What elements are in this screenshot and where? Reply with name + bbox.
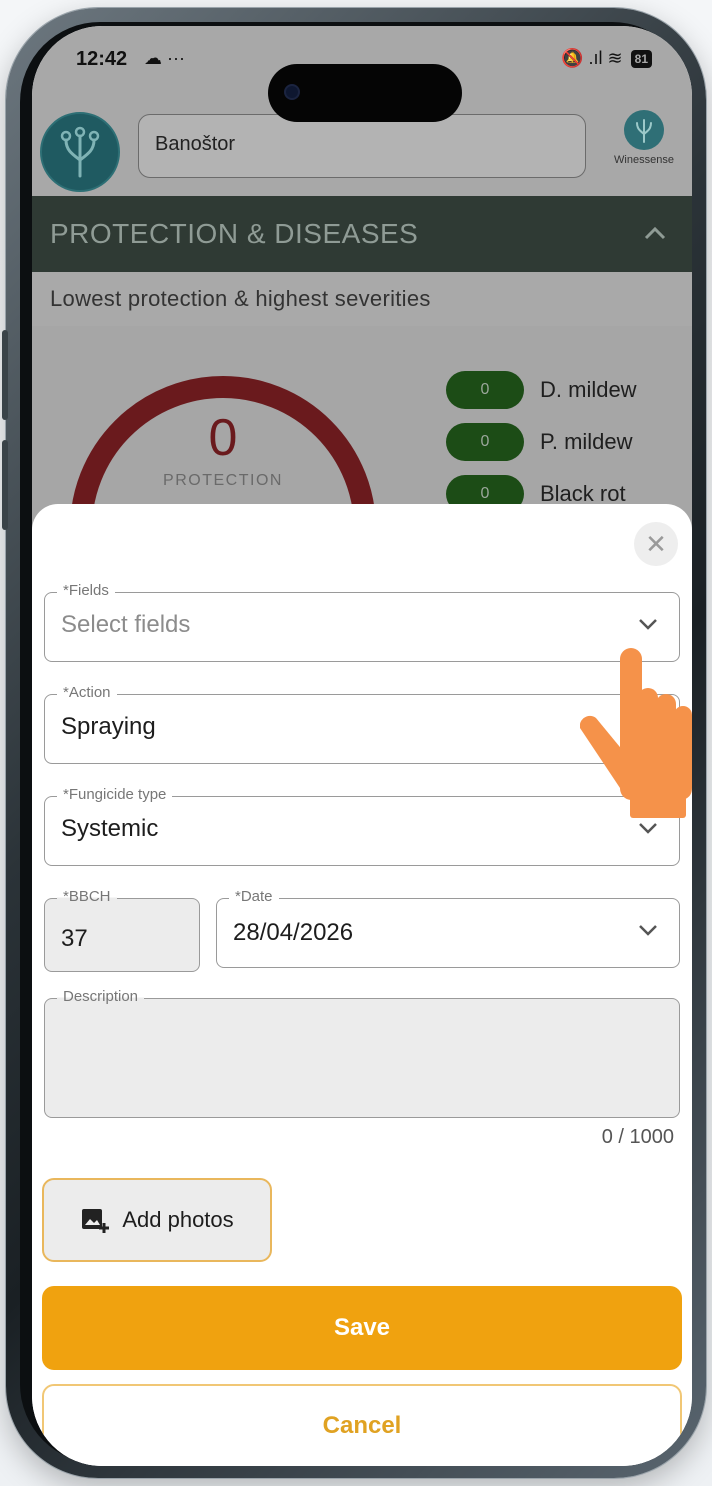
signal-icons: 🔕 .ıl ≋	[561, 48, 623, 68]
brand-icon	[624, 110, 664, 150]
bbch-label: *BBCH	[57, 888, 117, 905]
disease-name: P. mildew	[540, 429, 633, 454]
chevron-down-icon[interactable]	[637, 817, 659, 839]
bbch-field[interactable]: *BBCH 37	[44, 888, 200, 972]
add-photo-icon	[82, 1209, 110, 1233]
section-subtitle-bar: Lowest protection & highest severities	[32, 272, 692, 327]
fields-label: *Fields	[57, 582, 115, 599]
notification-icons: ☁ ···	[144, 48, 185, 68]
date-label: *Date	[229, 888, 279, 905]
disease-count-badge: 0	[446, 423, 524, 461]
disease-name: D. mildew	[540, 377, 637, 402]
close-button[interactable]: ✕	[634, 522, 678, 566]
section-title: PROTECTION & DISEASES	[50, 218, 419, 249]
status-icons: 🔕 .ıl ≋ 81	[561, 48, 652, 69]
fungicide-type-value: Systemic	[61, 815, 159, 842]
disease-count-badge: 0	[446, 371, 524, 409]
add-photos-button[interactable]: Add photos	[42, 1178, 272, 1262]
date-value: 28/04/2026	[233, 919, 354, 946]
save-button[interactable]: Save	[42, 1286, 682, 1370]
section-subtitle: Lowest protection & highest severities	[50, 286, 431, 311]
section-header[interactable]: PROTECTION & DISEASES	[32, 196, 692, 272]
brand-name: Winessense	[614, 154, 674, 166]
description-counter: 0 / 1000	[601, 1126, 674, 1148]
fungicide-type-label: *Fungicide type	[57, 786, 173, 803]
app-logo-icon[interactable]	[40, 112, 120, 192]
add-photos-label: Add photos	[122, 1207, 234, 1232]
disease-item: 0 D. mildew	[446, 370, 637, 410]
action-label: *Action	[57, 684, 117, 701]
chevron-down-icon[interactable]	[637, 613, 659, 635]
description-textarea[interactable]: Description	[44, 988, 680, 1118]
bbch-value: 37	[61, 925, 88, 952]
hand-pointer-icon	[580, 648, 692, 818]
action-value: Spraying	[61, 713, 156, 740]
status-time: 12:42	[76, 48, 128, 70]
protection-label: PROTECTION	[163, 472, 283, 489]
cancel-button[interactable]: Cancel	[42, 1384, 682, 1466]
brand-logo: Winessense	[598, 110, 690, 186]
date-picker[interactable]: *Date 28/04/2026	[216, 888, 680, 968]
volume-up-button	[2, 330, 8, 420]
location-name: Banoštor	[155, 133, 236, 155]
dynamic-island	[268, 64, 462, 122]
front-camera	[286, 86, 298, 98]
description-label: Description	[57, 988, 145, 1005]
volume-down-button	[2, 440, 8, 530]
protection-value: 0	[208, 409, 238, 467]
location-selector[interactable]: Banoštor	[138, 114, 586, 178]
chevron-down-icon[interactable]	[637, 919, 659, 941]
fields-placeholder: Select fields	[61, 611, 191, 638]
battery-icon: 81	[630, 49, 652, 68]
close-icon: ✕	[645, 529, 667, 559]
disease-item: 0 P. mildew	[446, 422, 633, 462]
chevron-up-icon[interactable]	[644, 220, 666, 246]
